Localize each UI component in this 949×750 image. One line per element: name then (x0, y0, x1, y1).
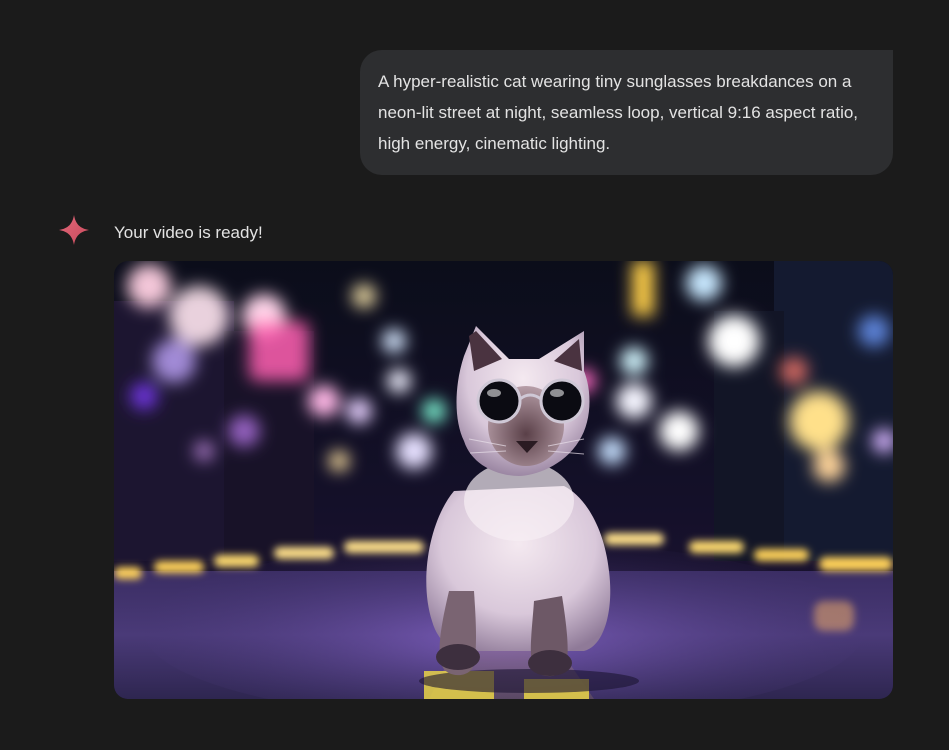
video-frame (114, 261, 893, 699)
assistant-reply-text: Your video is ready! (114, 223, 263, 242)
user-prompt-bubble: A hyper-realistic cat wearing tiny sungl… (360, 50, 893, 175)
gemini-sparkle-icon (58, 214, 90, 246)
chat-thread: A hyper-realistic cat wearing tiny sungl… (0, 0, 949, 750)
user-prompt-text: A hyper-realistic cat wearing tiny sungl… (378, 72, 859, 153)
generated-video[interactable] (114, 261, 893, 699)
